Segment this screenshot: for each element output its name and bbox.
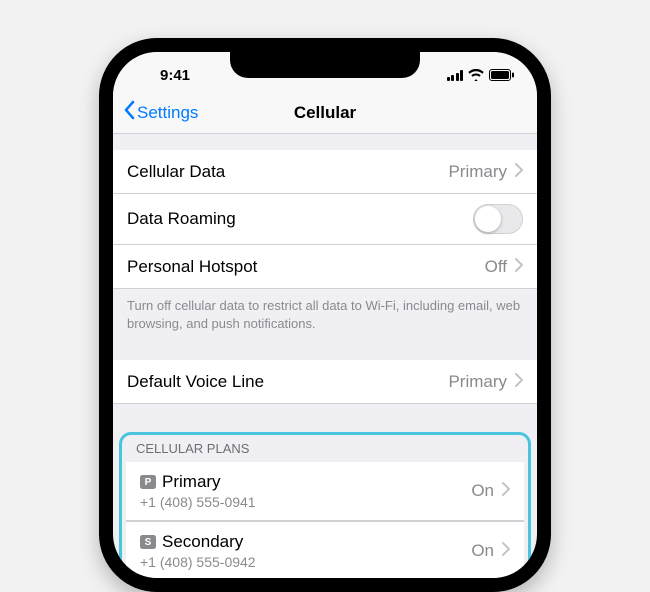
row-plan-secondary[interactable]: S Secondary +1 (408) 555-0942 On xyxy=(126,521,524,578)
plan-number: +1 (408) 555-0941 xyxy=(140,494,256,510)
sim-badge-icon: P xyxy=(140,475,156,489)
content: Cellular Data Primary Data Roaming Per xyxy=(113,134,537,578)
cellular-data-footer: Turn off cellular data to restrict all d… xyxy=(113,289,537,332)
chevron-right-icon xyxy=(502,541,510,561)
cellular-data-label: Cellular Data xyxy=(127,162,225,182)
default-voice-value: Primary xyxy=(448,372,507,392)
plan-number: +1 (408) 555-0942 xyxy=(140,554,256,570)
sim-badge-icon: S xyxy=(140,535,156,549)
plan-name: Primary xyxy=(162,472,221,492)
cellular-plans-highlight: CELLULAR PLANS P Primary +1 (408) 555-09… xyxy=(119,432,531,578)
personal-hotspot-label: Personal Hotspot xyxy=(127,257,257,277)
plan-name: Secondary xyxy=(162,532,243,552)
back-label: Settings xyxy=(137,103,198,123)
chevron-right-icon xyxy=(515,257,523,277)
row-plan-primary[interactable]: P Primary +1 (408) 555-0941 On xyxy=(126,462,524,521)
personal-hotspot-value: Off xyxy=(485,257,507,277)
notch xyxy=(230,52,420,78)
row-default-voice-line[interactable]: Default Voice Line Primary xyxy=(113,360,537,404)
battery-icon xyxy=(489,69,515,81)
cellular-signal-icon xyxy=(447,70,464,81)
chevron-right-icon xyxy=(502,481,510,501)
plan-status: On xyxy=(471,481,494,501)
phone-screen: 9:41 Settings Cellular xyxy=(113,52,537,578)
back-button[interactable]: Settings xyxy=(123,100,198,125)
nav-bar: Settings Cellular xyxy=(113,92,537,134)
chevron-right-icon xyxy=(515,162,523,182)
toggle-knob xyxy=(475,206,501,232)
cellular-plans-header: CELLULAR PLANS xyxy=(126,439,524,462)
data-roaming-label: Data Roaming xyxy=(127,209,236,229)
row-data-roaming[interactable]: Data Roaming xyxy=(113,194,537,245)
status-time: 9:41 xyxy=(135,67,215,84)
chevron-left-icon xyxy=(123,100,135,125)
data-roaming-toggle[interactable] xyxy=(473,204,523,234)
page-title: Cellular xyxy=(294,103,356,123)
plan-status: On xyxy=(471,541,494,561)
default-voice-label: Default Voice Line xyxy=(127,372,264,392)
cellular-data-value: Primary xyxy=(448,162,507,182)
chevron-right-icon xyxy=(515,372,523,392)
status-icons xyxy=(435,69,515,81)
row-cellular-data[interactable]: Cellular Data Primary xyxy=(113,150,537,194)
wifi-icon xyxy=(468,69,484,81)
phone-frame: 9:41 Settings Cellular xyxy=(99,38,551,592)
row-personal-hotspot[interactable]: Personal Hotspot Off xyxy=(113,245,537,289)
